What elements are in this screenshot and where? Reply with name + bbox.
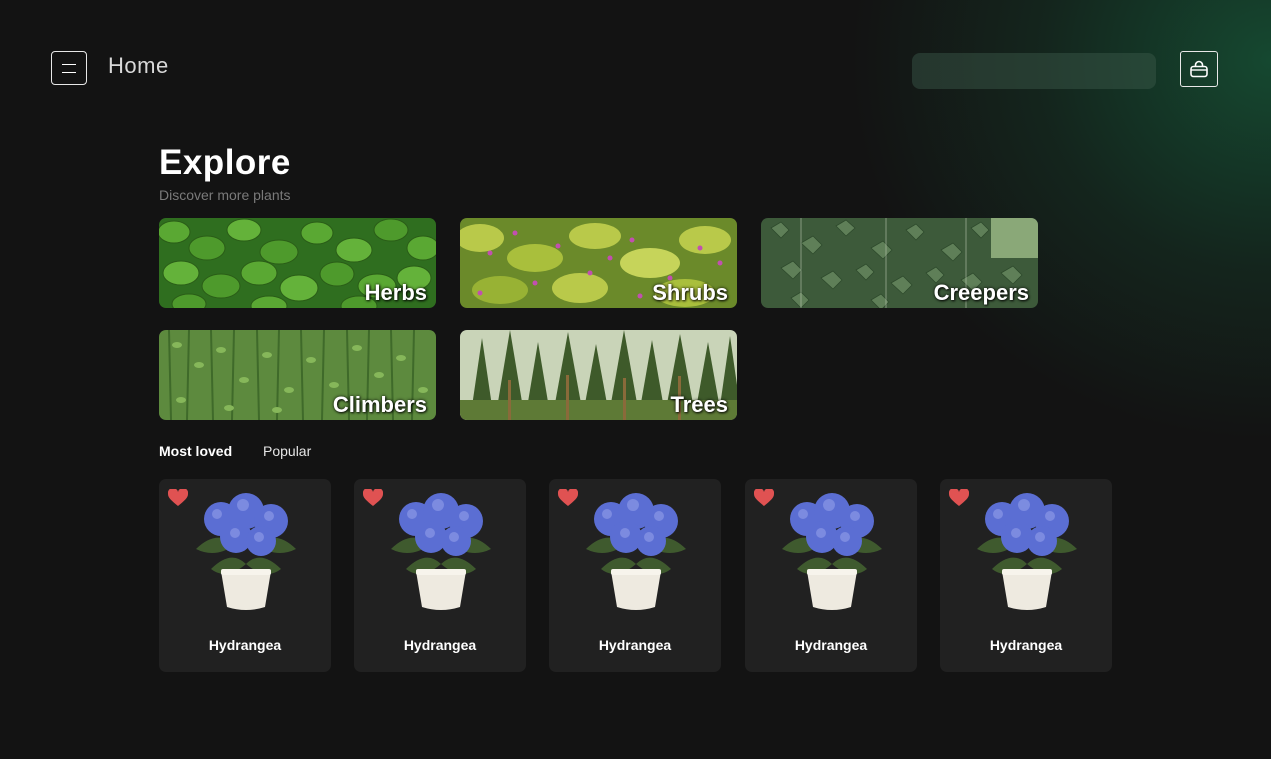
plant-card[interactable]: Hydrangea bbox=[354, 479, 526, 672]
plant-card[interactable]: Hydrangea bbox=[159, 479, 331, 672]
category-climbers[interactable]: Climbers bbox=[159, 330, 436, 420]
plant-name: Hydrangea bbox=[794, 637, 868, 653]
plant-name: Hydrangea bbox=[989, 637, 1063, 653]
hydrangea-image bbox=[782, 493, 882, 610]
category-creepers[interactable]: Creepers bbox=[761, 218, 1038, 308]
menu-icon bbox=[62, 63, 76, 73]
plant-name: Hydrangea bbox=[598, 637, 672, 653]
page-title: Home bbox=[108, 53, 169, 78]
heart-icon[interactable] bbox=[363, 489, 383, 507]
hydrangea-image bbox=[391, 493, 491, 610]
explore-heading: Explore bbox=[159, 143, 291, 182]
plant-card[interactable]: Hydrangea bbox=[940, 479, 1112, 672]
tab-popular[interactable]: Popular bbox=[263, 443, 311, 459]
plant-name: Hydrangea bbox=[403, 637, 477, 653]
heart-icon[interactable] bbox=[558, 489, 578, 507]
plant-card[interactable]: Hydrangea bbox=[549, 479, 721, 672]
category-label: Shrubs bbox=[652, 280, 728, 305]
hydrangea-image bbox=[977, 493, 1077, 610]
tab-most-loved[interactable]: Most loved bbox=[159, 443, 232, 459]
shopping-bag-icon bbox=[1190, 60, 1208, 78]
plant-name: Hydrangea bbox=[208, 637, 282, 653]
heart-icon[interactable] bbox=[754, 489, 774, 507]
category-label: Climbers bbox=[332, 392, 427, 417]
explore-subtitle: Discover more plants bbox=[159, 187, 291, 203]
cart-button[interactable] bbox=[1180, 51, 1218, 87]
plant-card[interactable]: Hydrangea bbox=[745, 479, 917, 672]
category-label: Trees bbox=[670, 392, 729, 417]
menu-button[interactable] bbox=[51, 51, 87, 85]
category-label: Creepers bbox=[933, 280, 1029, 305]
heart-icon[interactable] bbox=[168, 489, 188, 507]
category-trees[interactable]: Trees bbox=[460, 330, 737, 420]
category-shrubs[interactable]: Shrubs bbox=[460, 218, 737, 308]
hydrangea-image bbox=[586, 493, 686, 610]
heart-icon[interactable] bbox=[949, 489, 969, 507]
search-input[interactable] bbox=[912, 53, 1156, 89]
category-label: Herbs bbox=[364, 280, 427, 305]
hydrangea-image bbox=[196, 493, 296, 610]
category-herbs[interactable]: Herbs bbox=[159, 218, 436, 308]
